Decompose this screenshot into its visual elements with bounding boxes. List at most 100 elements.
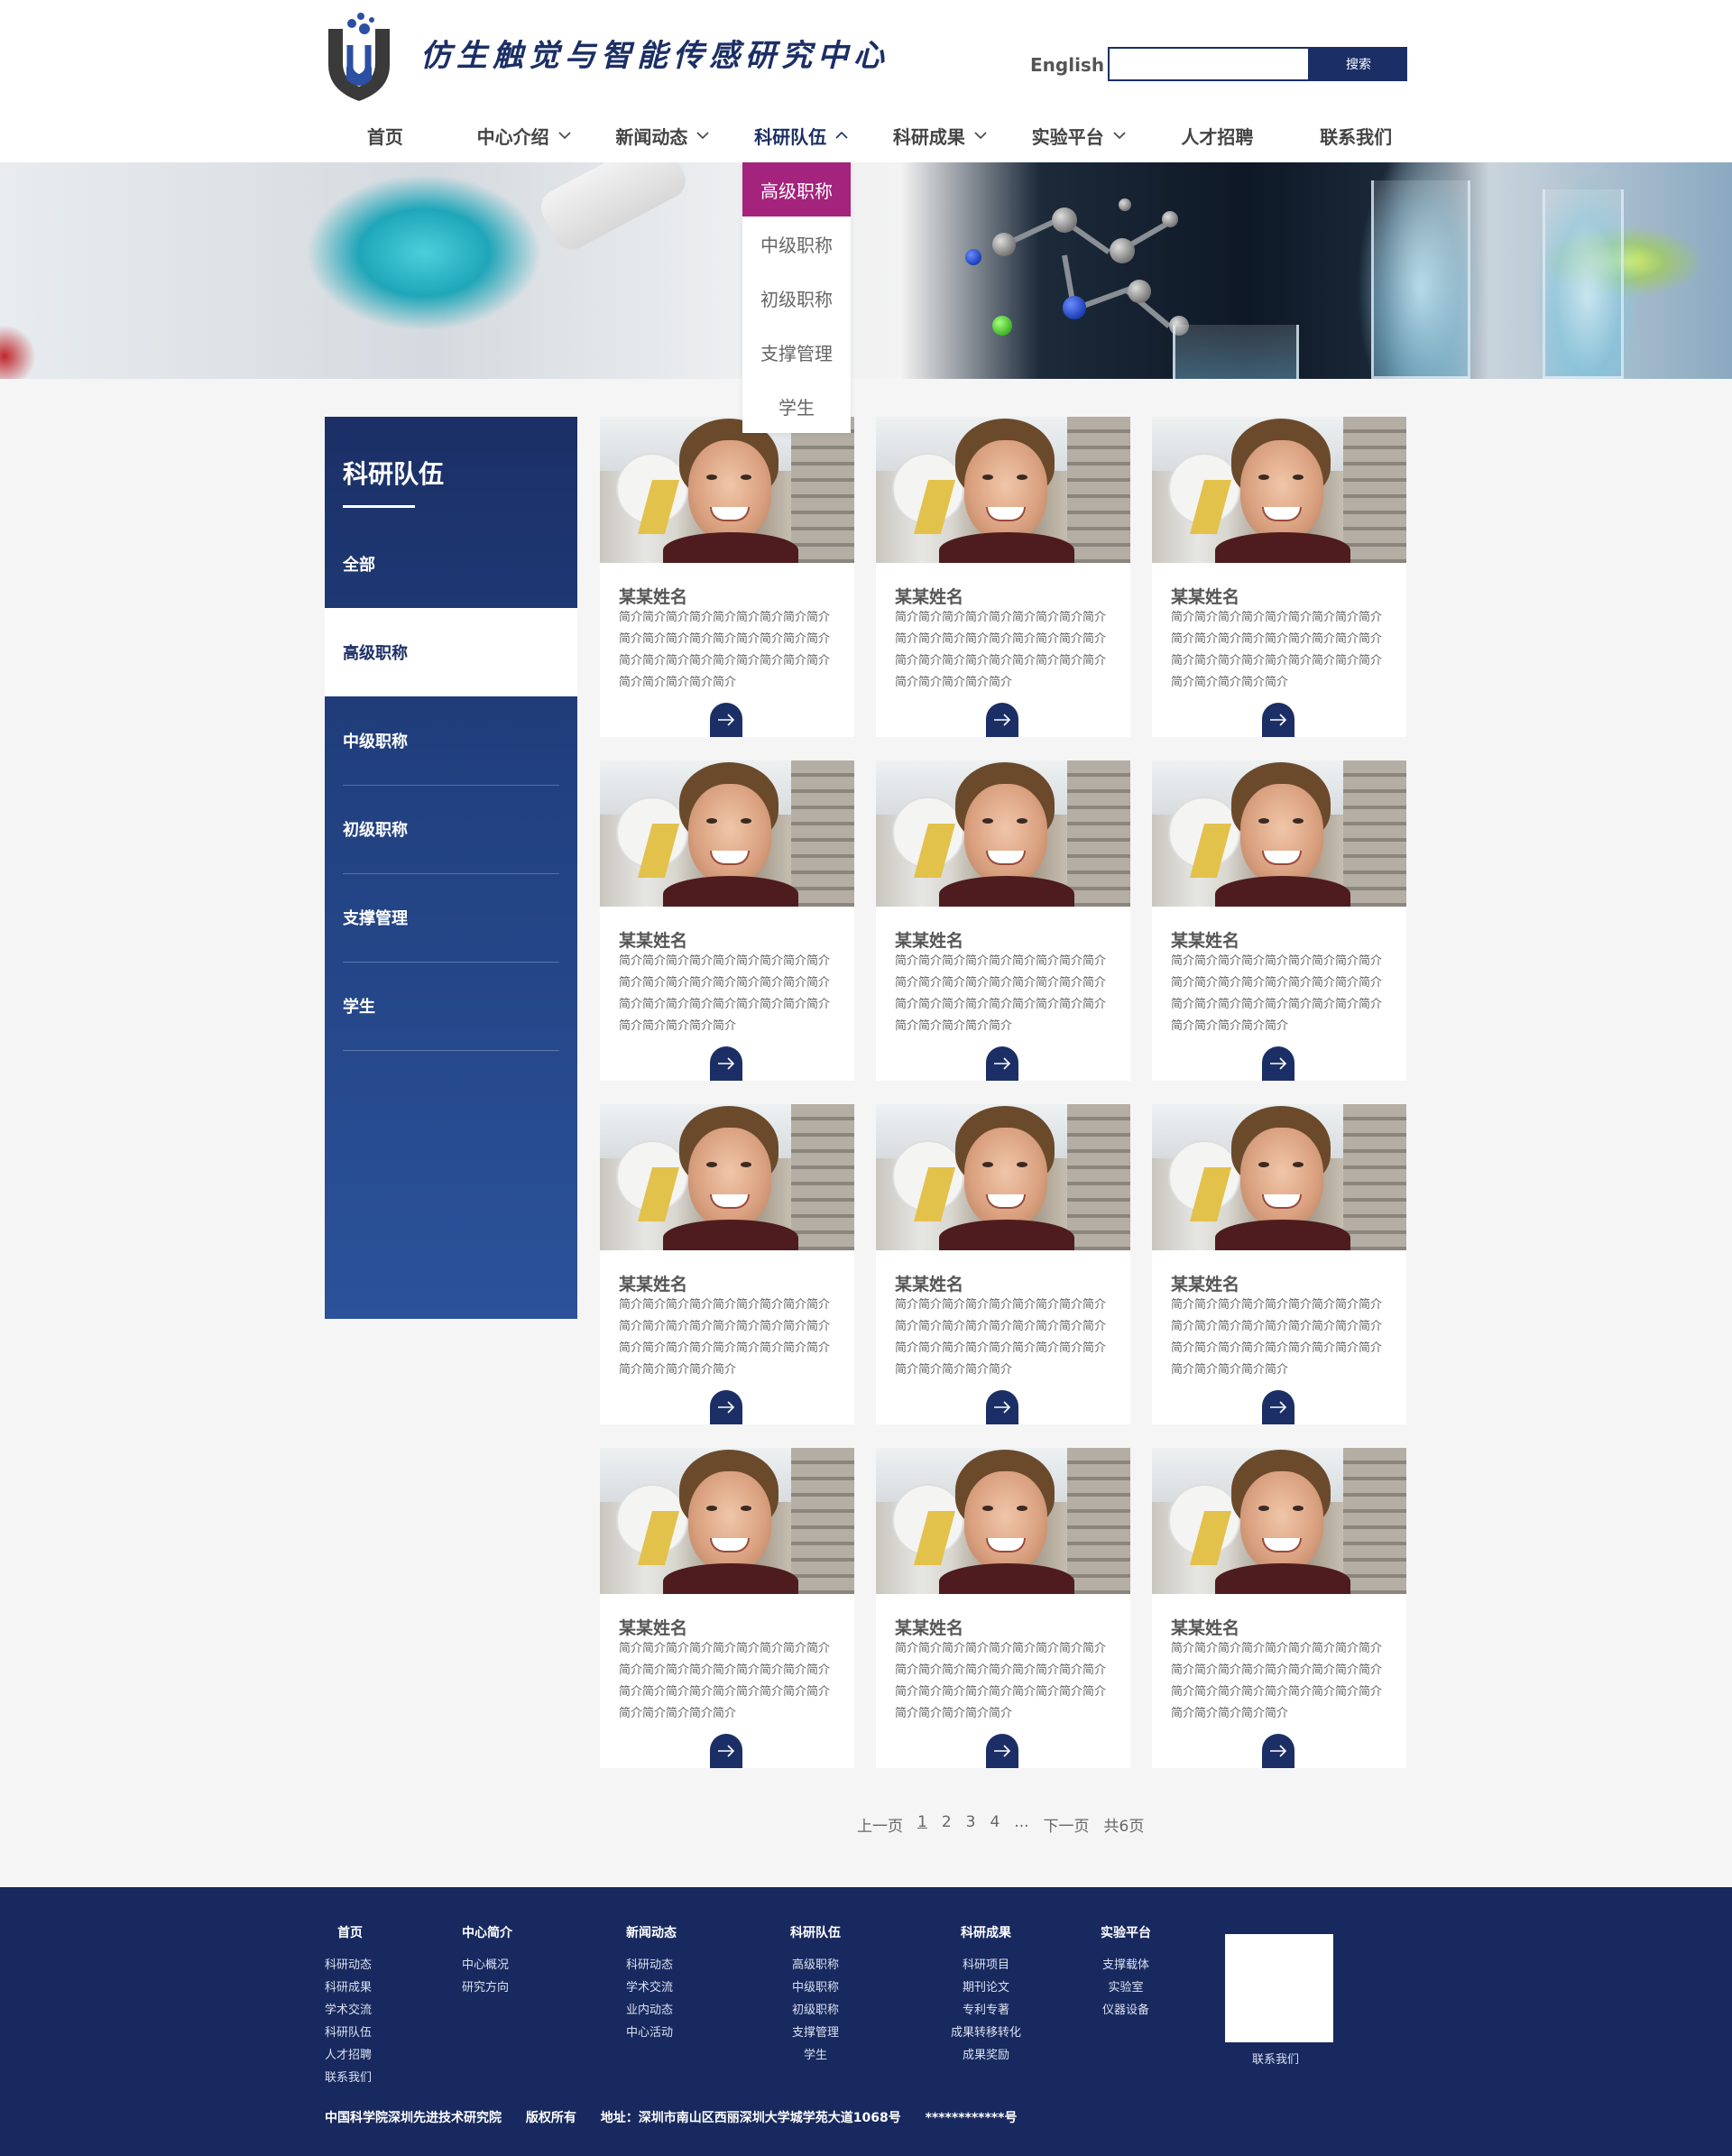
pagination-page[interactable]: 2 [942, 1813, 952, 1836]
card-more-button[interactable] [986, 1390, 1018, 1424]
sidebar-item-senior[interactable]: 高级职称 [325, 608, 577, 696]
footer-link[interactable]: 实验室 [1101, 1976, 1151, 1999]
nav-item-home[interactable]: 首页 [316, 117, 455, 153]
footer-column-title[interactable]: 实验平台 [1101, 1923, 1151, 1941]
member-name: 某某姓名 [619, 1275, 688, 1295]
team-member-card[interactable]: 某某姓名 简介简介简介简介简介简介简介简介简介简介简介简介简介简介简介简介简介简… [876, 1448, 1130, 1768]
nav-item-team[interactable]: 科研队伍 [732, 117, 871, 153]
team-member-card[interactable]: 某某姓名 简介简介简介简介简介简介简介简介简介简介简介简介简介简介简介简介简介简… [876, 760, 1130, 1081]
member-intro: 简介简介简介简介简介简介简介简介简介简介简介简介简介简介简介简介简介简介简介简介… [619, 1298, 831, 1377]
pagination-page[interactable]: 1 [917, 1813, 927, 1836]
card-more-button[interactable] [1262, 1734, 1294, 1768]
sidebar-item-junior[interactable]: 初级职称 [325, 785, 577, 873]
footer-link[interactable]: 初级职称 [790, 1999, 841, 2022]
footer-column-lab: 实验平台 支撑载体 实验室 仪器设备 [1101, 1923, 1151, 2022]
team-member-card[interactable]: 某某姓名 简介简介简介简介简介简介简介简介简介简介简介简介简介简介简介简介简介简… [600, 1448, 854, 1768]
footer-link[interactable]: 学生 [790, 2044, 841, 2067]
member-photo [600, 1448, 854, 1594]
footer-link[interactable]: 仪器设备 [1101, 1999, 1151, 2022]
sidebar-item-intermediate[interactable]: 中级职称 [325, 696, 577, 785]
footer-link[interactable]: 学术交流 [325, 1999, 372, 2022]
sidebar-item-students[interactable]: 学生 [325, 962, 577, 1050]
member-name: 某某姓名 [619, 931, 688, 951]
pagination-prev[interactable]: 上一页 [857, 1813, 903, 1836]
team-member-card[interactable]: 某某姓名 简介简介简介简介简介简介简介简介简介简介简介简介简介简介简介简介简介简… [1152, 417, 1406, 737]
footer-link[interactable]: 中级职称 [790, 1976, 841, 1999]
footer-link[interactable]: 联系我们 [325, 2067, 372, 2089]
footer-link[interactable]: 成果奖励 [951, 2044, 1021, 2067]
footer-link[interactable]: 科研动态 [325, 1954, 372, 1976]
pagination: 上一页 1 2 3 4 ... 下一页 共6页 [857, 1813, 1144, 1836]
dropdown-item-junior[interactable]: 初级职称 [742, 271, 851, 325]
card-more-button[interactable] [1262, 1046, 1294, 1081]
sidebar-item-all[interactable]: 全部 [325, 520, 577, 608]
pagination-page[interactable]: 3 [966, 1813, 976, 1836]
footer-link[interactable]: 科研队伍 [325, 2022, 372, 2044]
nav-item-about[interactable]: 中心介绍 [455, 117, 594, 153]
dropdown-item-intermediate[interactable]: 中级职称 [742, 217, 851, 271]
arrow-right-icon [1270, 714, 1287, 726]
site-header: 仿生触觉与智能传感研究中心 English 搜索 首页 中心介绍 新闻动态 科研… [0, 0, 1732, 162]
footer-column-title[interactable]: 科研队伍 [790, 1923, 841, 1941]
member-intro: 简介简介简介简介简介简介简介简介简介简介简介简介简介简介简介简介简介简介简介简介… [895, 954, 1107, 1033]
team-member-card[interactable]: 某某姓名 简介简介简介简介简介简介简介简介简介简介简介简介简介简介简介简介简介简… [1152, 1104, 1406, 1424]
team-member-card[interactable]: 某某姓名 简介简介简介简介简介简介简介简介简介简介简介简介简介简介简介简介简介简… [600, 417, 854, 737]
footer-column-title[interactable]: 首页 [325, 1923, 372, 1941]
card-more-button[interactable] [1262, 1390, 1294, 1424]
footer-link[interactable]: 学术交流 [626, 1976, 677, 1999]
member-photo [876, 1104, 1130, 1250]
footer-column-news: 新闻动态 科研动态 学术交流 业内动态 中心活动 [626, 1923, 677, 2044]
footer-column-title[interactable]: 中心简介 [462, 1923, 512, 1941]
member-name: 某某姓名 [619, 1618, 688, 1638]
member-intro: 简介简介简介简介简介简介简介简介简介简介简介简介简介简介简介简介简介简介简介简介… [895, 611, 1107, 689]
dropdown-item-senior[interactable]: 高级职称 [742, 162, 851, 217]
footer-link[interactable]: 支撑载体 [1101, 1954, 1151, 1976]
pagination-next[interactable]: 下一页 [1044, 1813, 1090, 1836]
team-member-card[interactable]: 某某姓名 简介简介简介简介简介简介简介简介简介简介简介简介简介简介简介简介简介简… [1152, 760, 1406, 1081]
card-more-button[interactable] [1262, 703, 1294, 737]
member-name: 某某姓名 [1171, 931, 1240, 951]
team-member-card[interactable]: 某某姓名 简介简介简介简介简介简介简介简介简介简介简介简介简介简介简介简介简介简… [600, 760, 854, 1081]
footer-link[interactable]: 中心活动 [626, 2022, 677, 2044]
english-link[interactable]: English [1030, 54, 1104, 76]
footer-link[interactable]: 科研成果 [325, 1976, 372, 1999]
logo-icon[interactable] [323, 9, 395, 103]
dropdown-item-students[interactable]: 学生 [742, 379, 851, 433]
team-member-card[interactable]: 某某姓名 简介简介简介简介简介简介简介简介简介简介简介简介简介简介简介简介简介简… [876, 417, 1130, 737]
team-member-card[interactable]: 某某姓名 简介简介简介简介简介简介简介简介简介简介简介简介简介简介简介简介简介简… [876, 1104, 1130, 1424]
card-more-button[interactable] [986, 1734, 1018, 1768]
search-button[interactable]: 搜索 [1310, 47, 1407, 81]
footer-link[interactable]: 专利专著 [951, 1999, 1021, 2022]
search-input[interactable] [1110, 49, 1308, 79]
sidebar-item-support[interactable]: 支撑管理 [325, 873, 577, 962]
nav-item-results[interactable]: 科研成果 [871, 117, 1009, 153]
nav-item-jobs[interactable]: 人才招聘 [1148, 117, 1287, 153]
pagination-page[interactable]: 4 [990, 1813, 1000, 1836]
footer-link[interactable]: 期刊论文 [951, 1976, 1021, 1999]
footer-link[interactable]: 高级职称 [790, 1954, 841, 1976]
footer-link[interactable]: 人才招聘 [325, 2044, 372, 2067]
footer-link[interactable]: 中心概况 [462, 1954, 512, 1976]
card-more-button[interactable] [986, 703, 1018, 737]
team-member-card[interactable]: 某某姓名 简介简介简介简介简介简介简介简介简介简介简介简介简介简介简介简介简介简… [600, 1104, 854, 1424]
card-more-button[interactable] [710, 1390, 742, 1424]
footer-column-title[interactable]: 科研成果 [951, 1923, 1021, 1941]
footer-column-title[interactable]: 新闻动态 [626, 1923, 677, 1941]
card-more-button[interactable] [710, 1046, 742, 1081]
dropdown-item-support[interactable]: 支撑管理 [742, 325, 851, 379]
card-more-button[interactable] [986, 1046, 1018, 1081]
nav-item-contact[interactable]: 联系我们 [1286, 117, 1425, 153]
footer-link[interactable]: 支撑管理 [790, 2022, 841, 2044]
footer-link[interactable]: 业内动态 [626, 1999, 677, 2022]
footer-link[interactable]: 科研项目 [951, 1954, 1021, 1976]
footer-link[interactable]: 研究方向 [462, 1976, 512, 1999]
team-member-card[interactable]: 某某姓名 简介简介简介简介简介简介简介简介简介简介简介简介简介简介简介简介简介简… [1152, 1448, 1406, 1768]
card-more-button[interactable] [710, 703, 742, 737]
footer-link[interactable]: 成果转移转化 [951, 2022, 1021, 2044]
footer-column-results: 科研成果 科研项目 期刊论文 专利专著 成果转移转化 成果奖励 [951, 1923, 1021, 2067]
nav-item-lab[interactable]: 实验平台 [1009, 117, 1148, 153]
footer-link[interactable]: 科研动态 [626, 1954, 677, 1976]
card-more-button[interactable] [710, 1734, 742, 1768]
nav-item-news[interactable]: 新闻动态 [594, 117, 732, 153]
banner-decoration [534, 162, 693, 256]
